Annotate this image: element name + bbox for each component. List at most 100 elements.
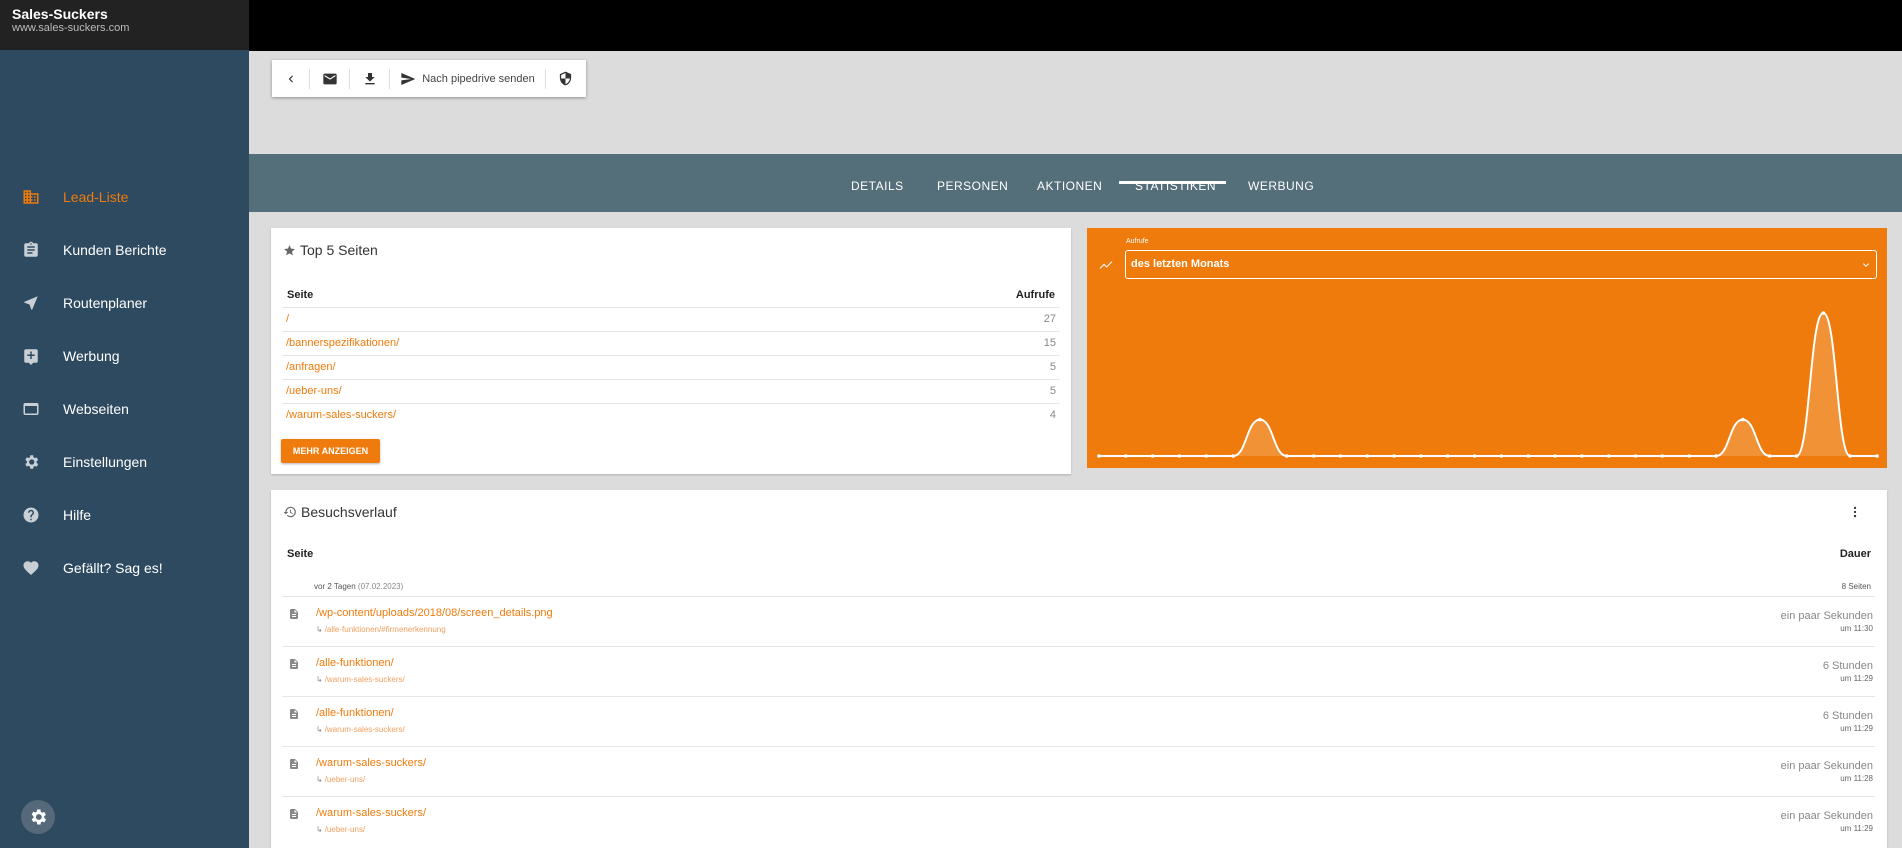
chart-point[interactable] [1311, 454, 1316, 458]
visit-history-card: Besuchsverlauf Seite Dauer vor 2 Tagen (… [271, 490, 1887, 848]
referrer-icon: ↳ [316, 625, 323, 634]
sidebar-item-kunden-berichte[interactable]: Kunden Berichte [0, 230, 249, 270]
table-row: /ueber-uns/ 5 [282, 379, 1060, 403]
chart-point[interactable] [1338, 454, 1343, 458]
chart-point[interactable] [1445, 454, 1450, 458]
chart-point[interactable] [1660, 454, 1665, 458]
settings-fab-button[interactable] [21, 800, 55, 834]
document-icon [290, 759, 298, 769]
chart-point[interactable] [1258, 417, 1262, 422]
history-page-link[interactable]: /warum-sales-suckers/ [316, 757, 426, 769]
tab-personen[interactable]: PERSONEN [937, 179, 1008, 193]
chart-point[interactable] [1231, 454, 1235, 458]
send-to-pipedrive-label: Nach pipedrive senden [422, 72, 535, 85]
chart-point[interactable] [1097, 454, 1101, 458]
history-row: /wp-content/uploads/2018/08/screen_detai… [282, 596, 1875, 646]
history-page-link[interactable]: /alle-funktionen/ [316, 657, 394, 669]
brand-title: Sales-Suckers [12, 6, 108, 22]
action-toolbar: Nach pipedrive senden [272, 60, 586, 97]
chart-point[interactable] [1284, 454, 1289, 458]
chart-point[interactable] [1821, 311, 1826, 315]
page-link[interactable]: / [286, 313, 289, 325]
sidebar-item-webseiten[interactable]: Webseiten [0, 389, 249, 429]
chart-point[interactable] [1472, 454, 1477, 458]
view-count: 5 [1049, 361, 1056, 373]
referrer-link[interactable]: /warum-sales-suckers/ [325, 675, 405, 684]
navigation-icon [24, 296, 38, 310]
tab-werbung[interactable]: WERBUNG [1248, 179, 1314, 193]
sidebar-item-hilfe[interactable]: Hilfe [0, 495, 249, 535]
sidebar: Sales-Suckers www.sales-suckers.com Lead… [0, 0, 249, 848]
view-count: 4 [1049, 409, 1056, 421]
star-icon [284, 244, 295, 255]
more-vert-icon[interactable] [1848, 505, 1862, 519]
tab-details[interactable]: DETAILS [851, 179, 904, 193]
chart-point[interactable] [1606, 454, 1611, 458]
chart-point[interactable] [1794, 454, 1799, 458]
history-page-link[interactable]: /wp-content/uploads/2018/08/screen_detai… [316, 607, 553, 619]
history-row: /alle-funktionen/ ↳/warum-sales-suckers/… [282, 646, 1875, 696]
referrer-link[interactable]: /warum-sales-suckers/ [325, 725, 405, 734]
referrer-icon: ↳ [316, 825, 323, 834]
chart-point[interactable] [1848, 454, 1852, 458]
download-button[interactable] [350, 60, 389, 97]
views-chart-card: Aufrufe des letzten Monats [1087, 228, 1887, 468]
back-button[interactable] [272, 60, 309, 97]
referrer-link[interactable]: /ueber-uns/ [325, 825, 365, 834]
chart-point[interactable] [1875, 454, 1879, 458]
views-chart [1097, 311, 1879, 458]
page-link[interactable]: /warum-sales-suckers/ [286, 409, 396, 421]
table-row: /bannerspezifikationen/ 15 [282, 331, 1060, 355]
tab-aktionen[interactable]: AKTIONEN [1037, 179, 1102, 193]
visit-duration: 6 Stunden [1822, 710, 1873, 722]
sidebar-item-feedback[interactable]: Gefällt? Sag es! [0, 548, 249, 588]
top-pages-card: Top 5 Seiten Seite Aufrufe / 27 /banners… [271, 228, 1071, 474]
chart-point[interactable] [1580, 454, 1584, 458]
sidebar-item-label: Gefällt? Sag es! [63, 560, 163, 576]
chart-point[interactable] [1365, 454, 1370, 458]
chart-point[interactable] [1177, 454, 1182, 458]
visit-time: um 11:28 [1840, 774, 1873, 783]
chart-point[interactable] [1526, 454, 1531, 458]
chart-point[interactable] [1553, 454, 1557, 458]
chart-point[interactable] [1419, 454, 1423, 458]
chart-point[interactable] [1687, 454, 1692, 458]
history-page-link[interactable]: /alle-funktionen/ [316, 707, 394, 719]
page-link[interactable]: /bannerspezifikationen/ [286, 337, 399, 349]
browser-window-icon [23, 403, 39, 415]
chart-point[interactable] [1767, 454, 1772, 458]
referrer-link[interactable]: /alle-funktionen/#firmenerkennung [325, 625, 446, 634]
col-header-page: Seite [287, 289, 314, 301]
sidebar-item-lead-liste[interactable]: Lead-Liste [0, 177, 249, 217]
sidebar-item-einstellungen[interactable]: Einstellungen [0, 442, 249, 482]
show-more-button[interactable]: MEHR ANZEIGEN [281, 439, 380, 463]
table-row: /warum-sales-suckers/ 4 [282, 403, 1060, 427]
chart-point[interactable] [1741, 417, 1745, 422]
visit-duration: ein paar Sekunden [1780, 610, 1873, 622]
chart-point[interactable] [1392, 454, 1396, 458]
brand[interactable]: Sales-Suckers www.sales-suckers.com [0, 0, 249, 50]
heart-icon [23, 561, 39, 575]
privacy-shield-button[interactable] [546, 60, 585, 97]
visit-duration: ein paar Sekunden [1780, 760, 1873, 772]
history-page-link[interactable]: /warum-sales-suckers/ [316, 807, 426, 819]
ad-icon [24, 349, 38, 365]
page-link[interactable]: /ueber-uns/ [286, 385, 342, 397]
chart-point[interactable] [1499, 454, 1504, 458]
chart-point[interactable] [1204, 454, 1209, 458]
referrer-icon: ↳ [316, 675, 323, 684]
sidebar-item-label: Lead-Liste [63, 189, 129, 205]
chart-point[interactable] [1124, 454, 1128, 458]
referrer-icon: ↳ [316, 775, 323, 784]
clipboard-icon [24, 241, 38, 257]
chart-point[interactable] [1633, 454, 1638, 458]
visit-duration: 6 Stunden [1822, 660, 1873, 672]
email-button[interactable] [310, 60, 349, 97]
page-link[interactable]: /anfragen/ [286, 361, 336, 373]
sidebar-item-routenplaner[interactable]: Routenplaner [0, 283, 249, 323]
chart-point[interactable] [1150, 454, 1155, 458]
send-to-pipedrive-button[interactable]: Nach pipedrive senden [390, 60, 545, 97]
referrer-link[interactable]: /ueber-uns/ [325, 775, 365, 784]
sidebar-item-werbung[interactable]: Werbung [0, 336, 249, 376]
chart-point[interactable] [1714, 454, 1718, 458]
